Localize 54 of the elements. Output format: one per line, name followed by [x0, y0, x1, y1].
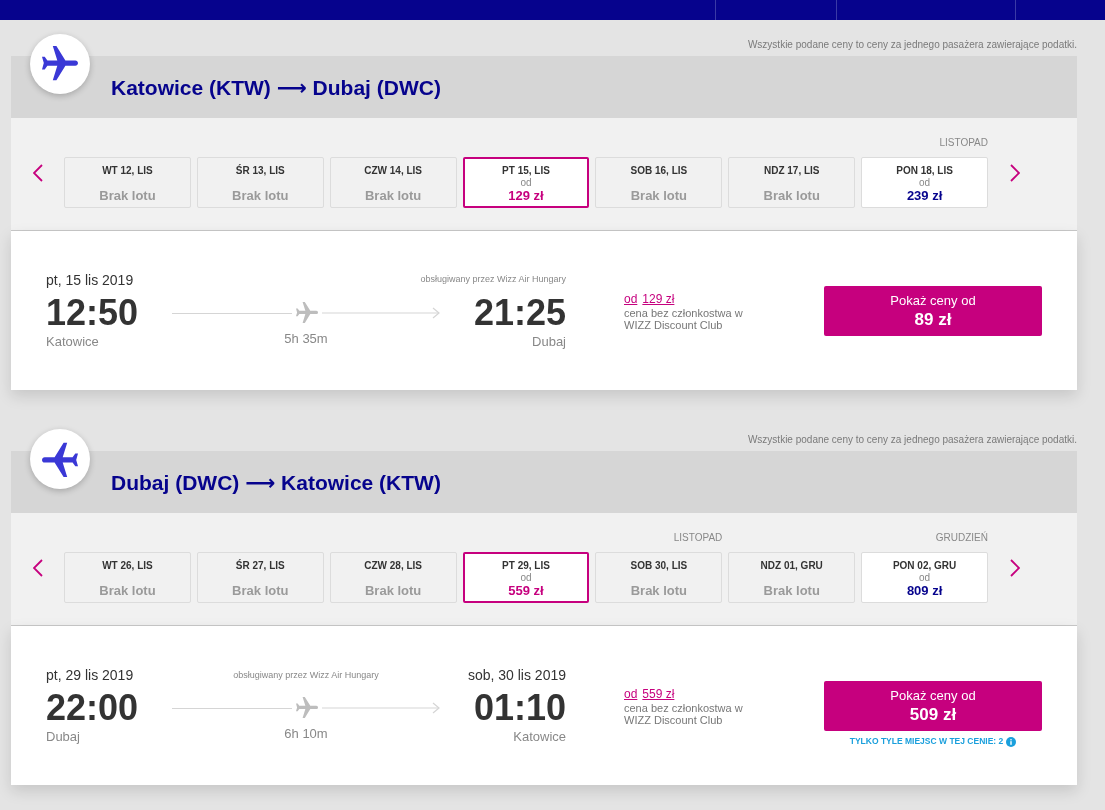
arrival-time: 21:25	[473, 293, 566, 333]
arrival-date: sob, 30 lis 2019	[467, 666, 566, 684]
price-disclaimer: Wszystkie podane ceny to ceny za jednego pasażera zawierające podatki.	[747, 38, 1077, 52]
info-icon	[1006, 736, 1017, 747]
from-link[interactable]: od	[624, 686, 638, 702]
departure-time: 22:00	[46, 688, 140, 728]
flight-duration: 5h 35m	[284, 331, 328, 347]
date-card[interactable]: PON 18, LIS od 239 zł	[861, 157, 988, 208]
arrival-city: Dubaj	[532, 333, 566, 351]
departure-city: Katowice	[46, 333, 100, 351]
plane-icon	[296, 302, 318, 324]
departure-date: pt, 29 lis 2019	[46, 666, 135, 684]
plane-icon	[30, 429, 90, 489]
arrival-city: Katowice	[513, 728, 566, 746]
date-card[interactable]: SOB 16, LIS Brak lotu	[595, 157, 723, 208]
price-link[interactable]: 129 zł	[642, 291, 675, 307]
date-card[interactable]: SOB 30, LIS Brak lotu	[595, 552, 723, 603]
date-card[interactable]: PT 15, LIS od 129 zł	[462, 157, 590, 208]
date-card[interactable]: NDZ 17, LIS Brak lotu	[728, 157, 856, 208]
membership-note: cena bez członkostwa w WIZZ Discount Club	[624, 702, 744, 726]
date-card[interactable]: ŚR 13, LIS Brak lotu	[196, 157, 324, 208]
price-disclaimer: Wszystkie podane ceny to ceny za jednego pasażera zawierające podatki.	[747, 433, 1077, 447]
show-prices-button[interactable]: Pokaż ceny od 89 zł	[824, 286, 1042, 336]
route-title: Katowice (KTW) ⟶ Dubaj (DWC)	[111, 76, 441, 100]
membership-note: cena bez członkostwa w WIZZ Discount Club	[624, 307, 744, 331]
arrival-time: 01:10	[473, 688, 566, 728]
chevron-right-icon[interactable]	[1009, 559, 1020, 577]
month-label: GRUDZIEŃ	[935, 531, 988, 545]
flight-duration: 6h 10m	[284, 726, 328, 742]
departure-city: Dubaj	[46, 728, 81, 746]
date-card[interactable]: WT 26, LIS Brak lotu	[64, 552, 191, 603]
date-card[interactable]: ŚR 27, LIS Brak lotu	[196, 552, 324, 603]
from-link[interactable]: od	[624, 291, 638, 307]
show-prices-button[interactable]: Pokaż ceny od 509 zł	[824, 681, 1042, 731]
date-card[interactable]: NDZ 01, GRU Brak lotu	[728, 552, 856, 603]
month-label: LISTOPAD	[939, 136, 988, 150]
price-link[interactable]: 559 zł	[642, 686, 675, 702]
departure-time: 12:50	[46, 293, 140, 333]
seats-left-note: TYLKO TYLE MIEJSC W TEJ CENIE: 2	[849, 736, 1004, 747]
plane-icon	[296, 697, 318, 719]
chevron-left-icon[interactable]	[32, 164, 43, 182]
date-card[interactable]: CZW 28, LIS Brak lotu	[329, 552, 457, 603]
month-label: LISTOPAD	[673, 531, 723, 545]
operator-label: obsługiwany przez Wizz Air Hungary	[233, 669, 379, 681]
operator-label: obsługiwany przez Wizz Air Hungary	[420, 273, 566, 286]
chevron-right-icon[interactable]	[1009, 164, 1020, 182]
date-card[interactable]: PON 02, GRU od 809 zł	[861, 552, 988, 603]
date-card[interactable]: WT 12, LIS Brak lotu	[64, 157, 191, 208]
plane-icon	[30, 34, 90, 94]
route-title: Dubaj (DWC) ⟶ Katowice (KTW)	[111, 471, 441, 495]
departure-date: pt, 15 lis 2019	[46, 271, 135, 289]
chevron-left-icon[interactable]	[32, 559, 43, 577]
date-card[interactable]: CZW 14, LIS Brak lotu	[329, 157, 457, 208]
date-card[interactable]: PT 29, LIS od 559 zł	[462, 552, 590, 603]
